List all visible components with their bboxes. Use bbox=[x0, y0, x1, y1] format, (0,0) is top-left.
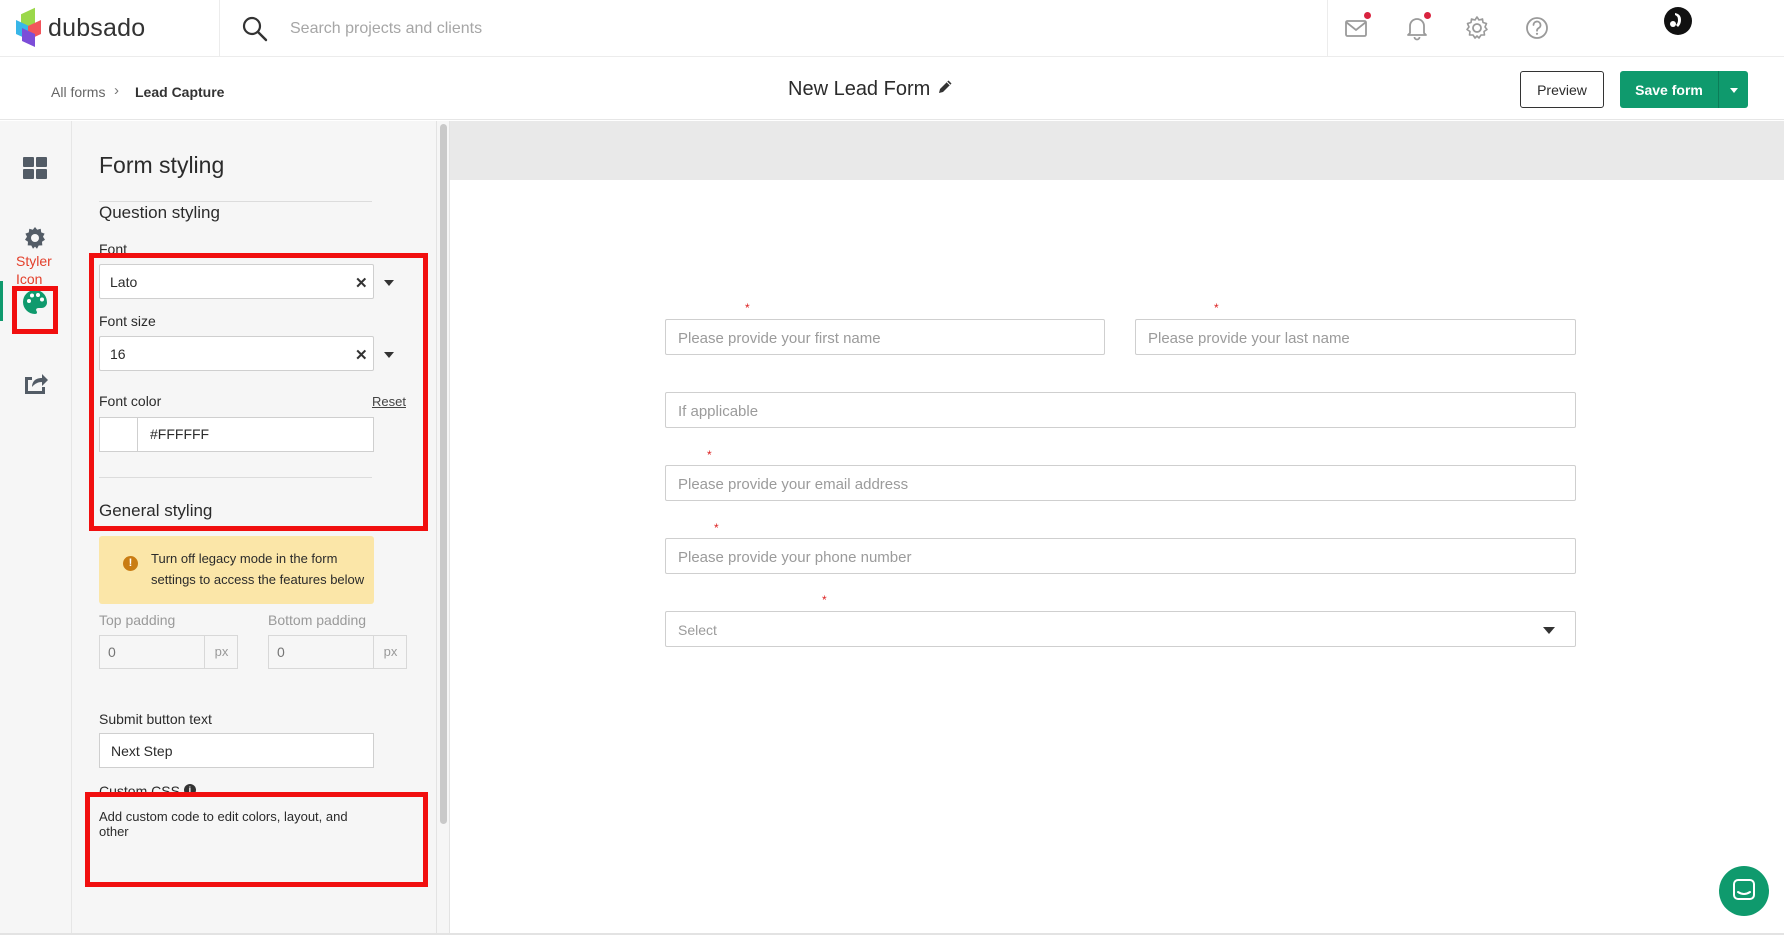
required-marker: * bbox=[707, 448, 712, 462]
email-input[interactable] bbox=[678, 476, 1497, 493]
font-size-select[interactable]: 16 ✕ bbox=[99, 336, 394, 371]
required-marker: * bbox=[1214, 301, 1219, 315]
chevron-down-icon[interactable] bbox=[384, 280, 394, 286]
bottom-padding-label: Bottom padding bbox=[268, 612, 367, 628]
font-color-field bbox=[99, 417, 374, 452]
top-padding-label: Top padding bbox=[99, 612, 176, 628]
info-icon[interactable]: i bbox=[183, 784, 196, 796]
clear-font-icon[interactable]: ✕ bbox=[355, 274, 368, 292]
reset-font-color-link[interactable]: Reset bbox=[372, 394, 406, 409]
font-color-input[interactable] bbox=[150, 426, 350, 442]
pencil-icon[interactable] bbox=[936, 78, 954, 96]
top-padding-field: px bbox=[99, 635, 238, 669]
chat-launcher[interactable] bbox=[1719, 866, 1769, 916]
font-size-value: 16 bbox=[110, 346, 126, 362]
question-styling-heading: Question styling bbox=[99, 203, 220, 222]
avatar[interactable] bbox=[1645, 4, 1711, 52]
save-form-button[interactable]: Save form bbox=[1620, 71, 1718, 108]
form-header: All forms › Lead Capture New Lead Form P… bbox=[0, 57, 1784, 120]
breadcrumb-current: Lead Capture bbox=[135, 84, 225, 100]
bottom-padding-input[interactable] bbox=[277, 644, 367, 660]
dashboard-icon[interactable] bbox=[21, 154, 49, 182]
font-color-label: Font color bbox=[99, 393, 162, 409]
first-name-field bbox=[665, 319, 1105, 355]
top-divider bbox=[219, 0, 220, 57]
company-field bbox=[665, 392, 1576, 428]
palette-icon[interactable] bbox=[21, 288, 49, 316]
share-icon[interactable] bbox=[21, 369, 49, 397]
warning-icon: ! bbox=[123, 556, 138, 571]
custom-css-heading: Custom CSS i bbox=[99, 783, 196, 799]
submit-button-text-input[interactable] bbox=[111, 743, 361, 759]
first-name-input[interactable] bbox=[678, 330, 1073, 347]
top-bar: dubsado bbox=[0, 0, 1784, 57]
gear-icon[interactable] bbox=[1462, 13, 1492, 43]
breadcrumb-chevron-icon: › bbox=[114, 82, 119, 99]
font-size-label: Font size bbox=[99, 313, 156, 329]
search-input[interactable] bbox=[290, 14, 990, 44]
settings-icon[interactable] bbox=[22, 225, 48, 251]
divider bbox=[99, 477, 372, 478]
chevron-down-icon[interactable] bbox=[384, 352, 394, 358]
font-value: Lato bbox=[110, 274, 138, 290]
top-padding-input[interactable] bbox=[108, 644, 198, 660]
warning-text: Turn off legacy mode in the form setting… bbox=[151, 551, 365, 587]
bell-notification-dot bbox=[1424, 12, 1431, 19]
form-styling-panel: Form styling Question styling Font Lato … bbox=[72, 121, 436, 935]
active-indicator bbox=[0, 281, 3, 321]
chevron-down-icon[interactable] bbox=[1543, 627, 1555, 634]
help-icon[interactable] bbox=[1522, 13, 1552, 43]
last-name-input[interactable] bbox=[1148, 330, 1544, 347]
font-select[interactable]: Lato ✕ bbox=[99, 264, 394, 299]
mail-notification-dot bbox=[1364, 12, 1371, 19]
avatar-logo-icon bbox=[1664, 7, 1692, 35]
bottom-padding-field: px bbox=[268, 635, 407, 669]
panel-title: Form styling bbox=[99, 152, 225, 178]
company-input[interactable] bbox=[678, 403, 1497, 420]
select-value: Select bbox=[678, 622, 717, 638]
required-marker: * bbox=[822, 593, 827, 607]
top-divider bbox=[1327, 0, 1328, 57]
builder-nav-rail: Styler Icon bbox=[0, 121, 72, 935]
required-marker: * bbox=[745, 301, 750, 315]
brand-logo[interactable]: dubsado bbox=[16, 7, 146, 48]
submit-button-text-field bbox=[99, 733, 374, 768]
scrollbar-thumb[interactable] bbox=[440, 124, 447, 824]
email-field bbox=[665, 465, 1576, 501]
custom-css-description: Add custom code to edit colors, layout, … bbox=[99, 809, 348, 839]
phone-field bbox=[665, 538, 1576, 574]
dropdown-field[interactable]: Select bbox=[665, 611, 1576, 647]
search-icon[interactable] bbox=[241, 15, 269, 43]
required-marker: * bbox=[714, 521, 719, 535]
form-title: New Lead Form bbox=[788, 78, 931, 100]
styler-icon-annotation: Styler Icon bbox=[16, 253, 52, 287]
phone-input[interactable] bbox=[678, 549, 1497, 566]
canvas-header-band bbox=[450, 121, 1784, 180]
legacy-mode-warning: ! Turn off legacy mode in the form setti… bbox=[99, 536, 374, 604]
save-options-dropdown[interactable] bbox=[1718, 71, 1748, 108]
divider bbox=[99, 201, 372, 202]
custom-css-label: Custom CSS bbox=[99, 783, 180, 799]
brand-name: dubsado bbox=[48, 13, 146, 42]
last-name-field bbox=[1135, 319, 1576, 355]
color-swatch[interactable] bbox=[100, 418, 138, 451]
unit-label: px bbox=[204, 636, 238, 668]
clear-font-size-icon[interactable]: ✕ bbox=[355, 346, 368, 364]
unit-label: px bbox=[373, 636, 407, 668]
form-preview-canvas: * * * * * Select bbox=[450, 121, 1784, 935]
submit-button-text-label: Submit button text bbox=[99, 711, 212, 727]
font-label: Font bbox=[99, 241, 128, 257]
panel-scrollbar[interactable] bbox=[436, 121, 450, 935]
preview-button[interactable]: Preview bbox=[1520, 71, 1604, 108]
chat-icon bbox=[1733, 879, 1755, 900]
general-styling-heading: General styling bbox=[99, 501, 213, 520]
breadcrumb-all-forms[interactable]: All forms bbox=[51, 84, 105, 100]
logo-mark-icon bbox=[16, 7, 42, 48]
